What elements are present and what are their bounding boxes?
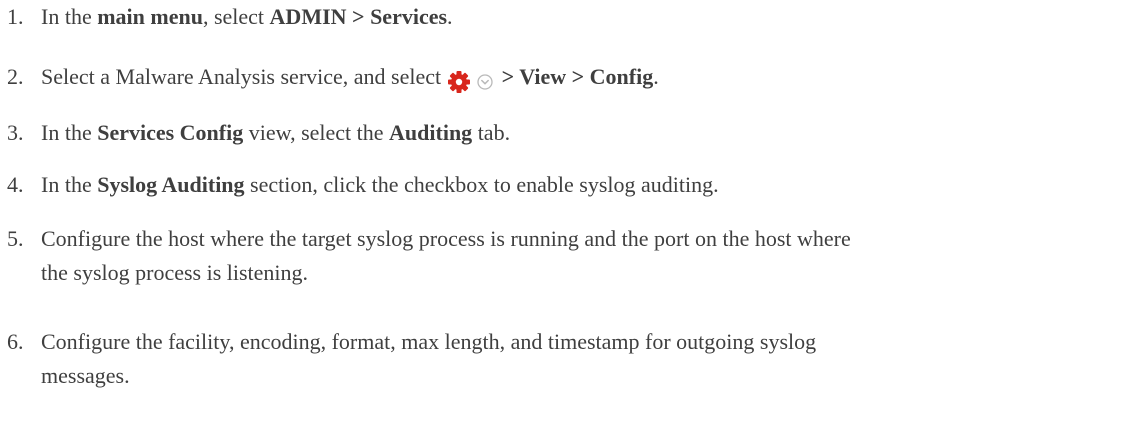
gear-icon: [447, 70, 470, 93]
step-number: 4.: [7, 172, 24, 197]
chevron-down-circle-icon: [477, 74, 493, 90]
step-text-segment: In the: [41, 172, 98, 197]
service-actions-icons: [447, 63, 495, 97]
step-text-segment: section, click the checkbox to enable sy…: [244, 172, 719, 197]
step-text-segment: , select: [202, 4, 270, 29]
section-reference: Syslog Auditing: [97, 172, 245, 197]
step-text-segment: .: [653, 64, 659, 89]
step-text-segment: .: [447, 4, 453, 29]
step-text: In the Services Config view, select the …: [41, 116, 1140, 150]
menu-path: > View > Config: [496, 64, 654, 89]
step-number: 6.: [7, 329, 24, 354]
step-text: In the Syslog Auditing section, click th…: [41, 168, 1140, 202]
tab-reference: Auditing: [389, 120, 473, 145]
menu-path: ADMIN > Services: [269, 4, 448, 29]
step-text: Configure the facility, encoding, format…: [41, 325, 1140, 393]
step-text-line: Configure the host where the target sysl…: [41, 226, 851, 251]
step-text-segment: tab.: [472, 120, 511, 145]
step-text-line: messages.: [41, 363, 130, 388]
step-text: In the main menu, select ADMIN > Service…: [41, 0, 1140, 34]
step-text-segment: view, select the: [243, 120, 390, 145]
menu-reference: main menu: [97, 4, 203, 29]
step-text-line: the syslog process is listening.: [41, 260, 309, 285]
step-number: 1.: [7, 4, 24, 29]
step-number: 2.: [7, 64, 24, 89]
step-number: 3.: [7, 120, 24, 145]
step-number: 5.: [7, 226, 24, 251]
step-text: Select a Malware Analysis service, and s…: [41, 60, 1140, 97]
step-text-segment: In the: [41, 4, 98, 29]
view-reference: Services Config: [97, 120, 244, 145]
step-text-line: Configure the facility, encoding, format…: [41, 329, 817, 354]
step-text-segment: Select a Malware Analysis service, and s…: [41, 64, 447, 89]
step-text: Configure the host where the target sysl…: [41, 222, 1140, 290]
step-text-segment: In the: [41, 120, 98, 145]
